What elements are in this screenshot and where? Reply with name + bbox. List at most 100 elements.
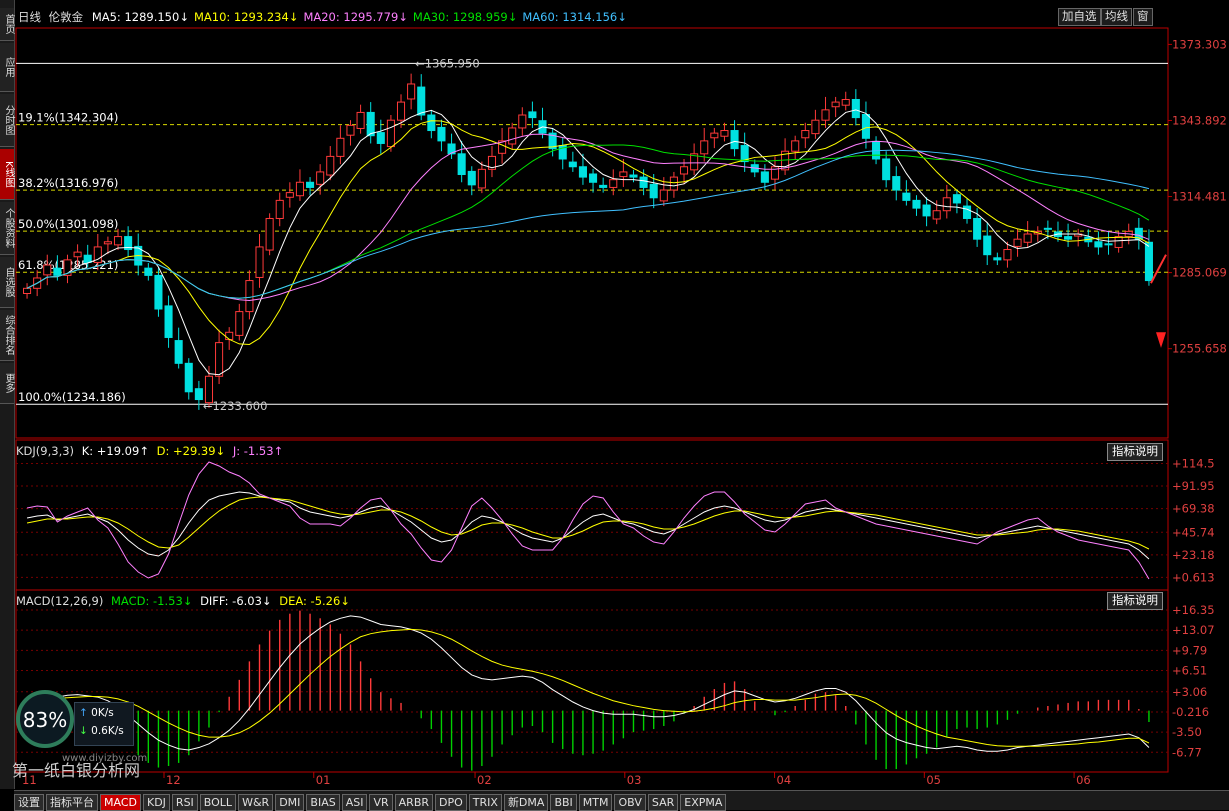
candle-body-40 <box>427 114 436 132</box>
upload-arrow-icon: ↑ <box>79 707 88 719</box>
bottom-tab-boll[interactable]: BOLL <box>199 794 237 811</box>
kdj-axis-label-1: +91.95 <box>1172 479 1215 493</box>
bottom-tab-设置[interactable]: 设置 <box>14 794 44 811</box>
bottom-tab-sar[interactable]: SAR <box>647 794 679 811</box>
sidebar-tab-3[interactable]: K线图 <box>0 149 14 200</box>
bottom-tab-vr[interactable]: VR <box>369 794 393 811</box>
candle-body-22 <box>245 280 254 313</box>
bottom-tab-expma[interactable]: EXPMA <box>680 794 727 811</box>
bottom-tab-trix[interactable]: TRIX <box>468 794 502 811</box>
candle-body-58 <box>609 179 618 188</box>
memory-gauge: 83% <box>16 690 74 748</box>
bottom-tab-kdj[interactable]: KDJ <box>142 794 170 811</box>
macd-axis-label-1: +13.07 <box>1172 623 1215 637</box>
candle-body-55 <box>578 166 587 178</box>
bottom-tab-指标平台[interactable]: 指标平台 <box>46 794 98 811</box>
candle-body-34 <box>366 111 375 137</box>
month-label-02: 02 <box>477 773 492 787</box>
add-watch-button[interactable]: 加自选 <box>1058 8 1101 26</box>
kdj-axis-label-2: +69.38 <box>1172 502 1215 516</box>
bottom-tab-新dma[interactable]: 新DMA <box>503 794 549 811</box>
candle-body-15 <box>174 340 183 364</box>
candle-body-28 <box>306 181 315 188</box>
bottom-tab-obv[interactable]: OBV <box>614 794 646 811</box>
bottom-tab-arbr[interactable]: ARBR <box>394 794 434 811</box>
period-label: 日线 <box>18 10 41 24</box>
candle-body-50 <box>528 111 537 119</box>
fib-label-2: 38.2%(1316.976) <box>18 176 118 190</box>
bottom-tab-macd[interactable]: MACD <box>100 794 141 811</box>
sidebar-tab-7[interactable]: 更多 <box>0 363 14 404</box>
macd-axis-label-0: +16.35 <box>1172 603 1215 617</box>
download-arrow-icon: ↓ <box>79 725 88 737</box>
candle-body-107 <box>1104 243 1113 246</box>
candle-body-61 <box>639 176 648 188</box>
candle-body-43 <box>457 153 466 176</box>
candle-body-14 <box>164 305 173 338</box>
sidebar-tab-0[interactable]: 首页 <box>0 8 14 41</box>
candle-body-86 <box>892 176 901 191</box>
price-axis-label-2: 1314.481 <box>1172 190 1227 204</box>
network-speed: ↑ 0K/s ↓ 0.6K/s <box>74 702 134 746</box>
ma-labels: MA5: 1289.150↓ MA10: 1293.234↓ MA20: 1295.… <box>87 10 627 24</box>
symbol-label: 伦敦金 <box>48 10 84 24</box>
bottom-tab-mtm[interactable]: MTM <box>578 794 613 811</box>
candle-body-12 <box>144 267 153 276</box>
sidebar-tab-5[interactable]: 自选股 <box>0 257 14 308</box>
month-label-03: 03 <box>627 773 642 787</box>
candle-body-0 <box>23 287 32 294</box>
candle-body-91 <box>942 197 951 212</box>
month-label-06: 06 <box>1076 773 1091 787</box>
candle-body-77 <box>801 130 810 139</box>
candle-body-97 <box>1003 249 1012 261</box>
candle-body-54 <box>568 161 577 168</box>
fib-label-3: 50.0%(1301.098) <box>18 217 118 231</box>
candle-body-41 <box>437 126 446 142</box>
candle-body-9 <box>113 236 123 246</box>
macd-dea-line <box>26 628 1150 747</box>
candle-body-37 <box>396 101 406 121</box>
candle-body-76 <box>791 140 800 152</box>
avg-line-button[interactable]: 均线 <box>1101 8 1132 26</box>
bottom-tab-bias[interactable]: BIAS <box>306 794 340 811</box>
candle-body-2 <box>43 264 52 276</box>
candle-body-81 <box>841 98 850 106</box>
sidebar-tab-6[interactable]: 综合排名 <box>0 310 14 361</box>
candle-body-26 <box>285 192 294 198</box>
macd-axis-label-6: -3.50 <box>1172 725 1202 739</box>
bottom-tab-asi[interactable]: ASI <box>341 794 368 811</box>
kdj-j-line <box>26 461 1150 580</box>
bottom-tab-dmi[interactable]: DMI <box>275 794 305 811</box>
candle-body-39 <box>417 86 426 116</box>
kdj-explain-button[interactable]: 指标说明 <box>1107 443 1163 461</box>
candle-body-103 <box>1064 236 1073 240</box>
bottom-tab-w&r[interactable]: W&R <box>238 794 274 811</box>
candle-body-35 <box>376 132 385 144</box>
main-panel-header: 日线 伦敦金 MA5: 1289.150↓ MA10: 1293.234↓ MA20… <box>18 9 627 25</box>
fib-label-1: 19.1%(1342.304) <box>18 111 118 125</box>
candle-body-79 <box>821 109 830 121</box>
candle-body-19 <box>215 342 224 377</box>
candle-body-59 <box>619 171 628 178</box>
kdj-header: KDJ(9,3,3) K: +19.09↑ D: +29.39↓ J: -1.5… <box>16 444 283 458</box>
candle-body-80 <box>831 101 840 108</box>
sidebar-tab-1[interactable]: 应用 <box>0 43 14 92</box>
price-axis-label-4: 1255.658 <box>1172 342 1227 356</box>
candle-body-48 <box>508 127 517 145</box>
macd-value-label: MACD: -1.53↓ <box>111 594 193 608</box>
kdj-d-line <box>26 496 1150 550</box>
candle-body-3 <box>53 267 62 276</box>
candle-body-90 <box>932 210 941 220</box>
sidebar-tab-4[interactable]: 个股资料 <box>0 202 14 255</box>
macd-explain-button[interactable]: 指标说明 <box>1107 592 1163 610</box>
bottom-tab-bbi[interactable]: BBI <box>550 794 577 811</box>
candle-body-33 <box>356 111 365 129</box>
bottom-tab-rsi[interactable]: RSI <box>171 794 198 811</box>
sidebar-tab-2[interactable]: 分时图 <box>0 94 14 147</box>
month-label-12: 12 <box>166 773 181 787</box>
bottom-tab-dpo[interactable]: DPO <box>435 794 467 811</box>
gauge-value: 83% <box>22 708 68 732</box>
window-button[interactable]: 窗 <box>1133 8 1153 26</box>
candle-body-99 <box>1023 233 1032 243</box>
ma-label-3: MA30: 1298.959↓ <box>412 10 518 24</box>
